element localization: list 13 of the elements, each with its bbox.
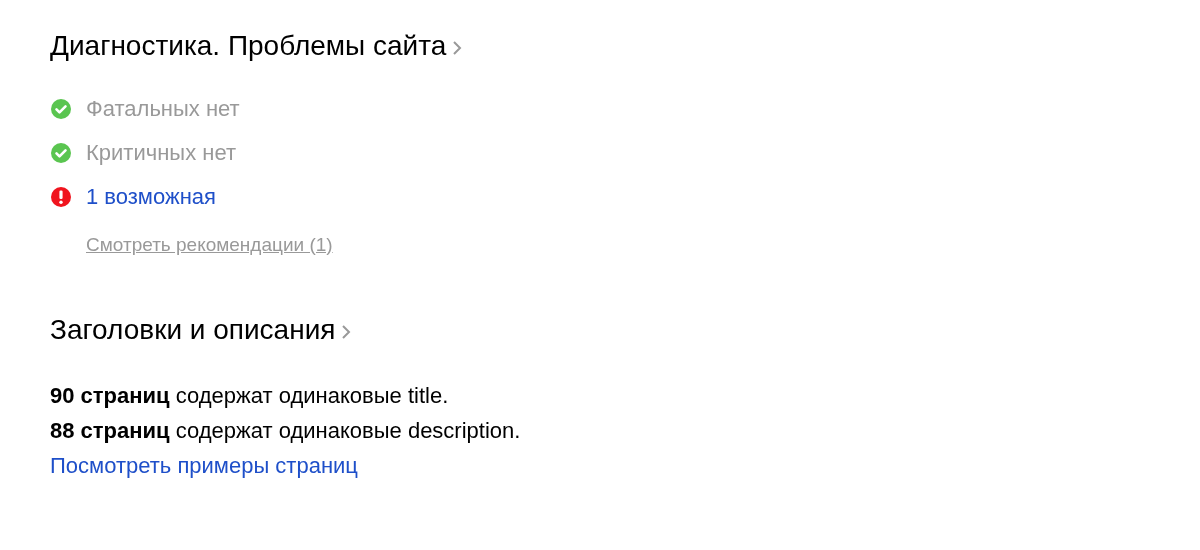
status-text: Критичных нет (86, 139, 236, 167)
summary-text: 90 страниц содержат одинаковые title. (50, 382, 450, 410)
warning-link[interactable]: 1 возможная (86, 182, 216, 212)
check-circle-icon (50, 98, 72, 120)
chevron-icon (452, 40, 463, 56)
section-heading[interactable]: Диагностика. Проблемы сайта (50, 26, 447, 66)
chevron-icon (341, 324, 352, 340)
summary-text: 88 страниц содержат одинаковые description. (50, 417, 522, 445)
section-heading[interactable]: Заголовки и описания (50, 310, 336, 350)
examples-link[interactable]: Посмотреть примеры страниц (50, 448, 358, 483)
check-circle-icon (50, 142, 72, 164)
exclamation-circle-icon (50, 186, 72, 208)
status-text: Фатальных нет (86, 95, 240, 123)
